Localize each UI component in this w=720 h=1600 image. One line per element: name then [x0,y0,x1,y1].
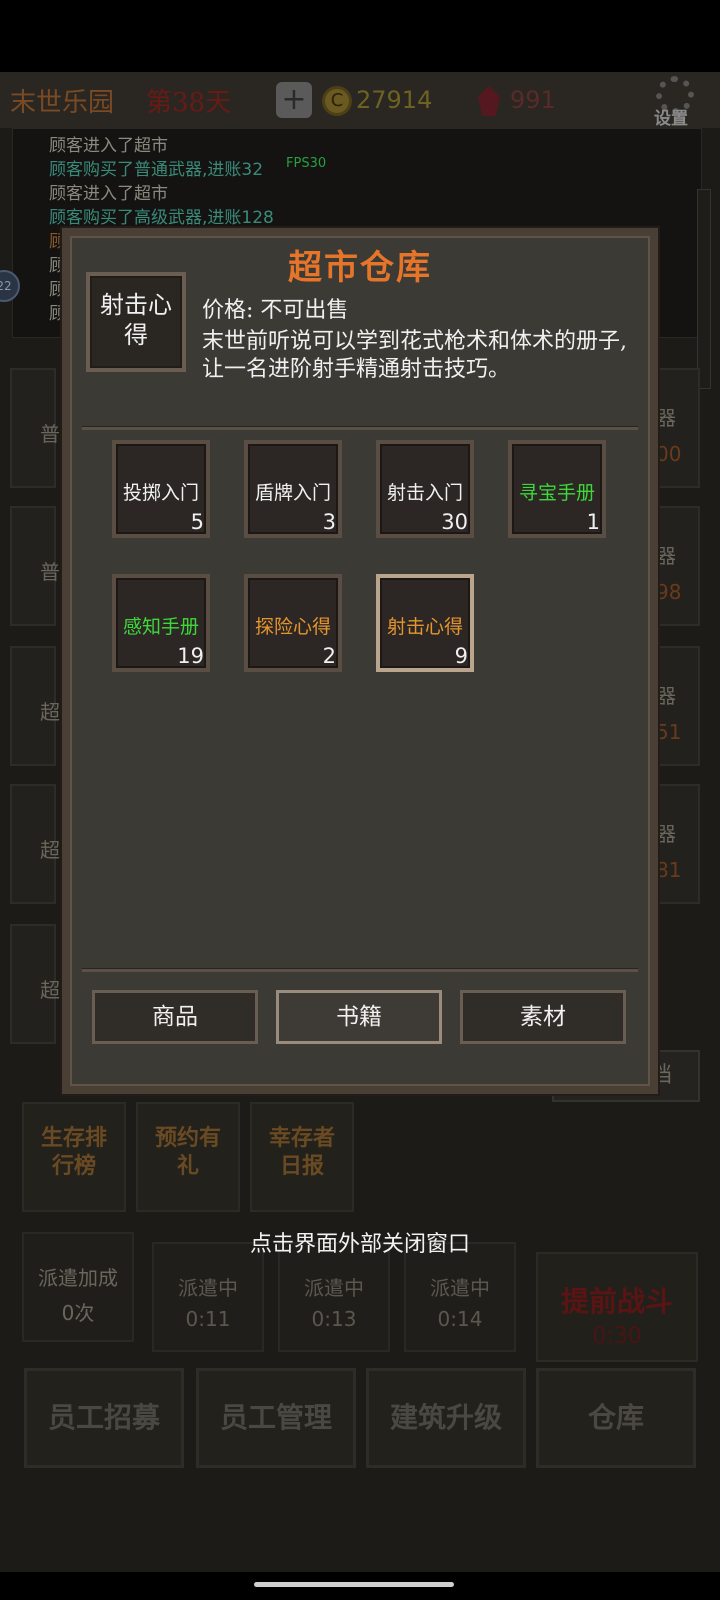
shop-card-left[interactable]: 普 [10,368,60,488]
early-fight-label: 提前战斗 [560,1285,673,1318]
item-slot[interactable]: 射击入门 30 [376,440,474,538]
shop-card-type: 器 [656,544,676,568]
quick-button[interactable]: 生存排行榜 [22,1102,126,1212]
settings-label: 设置 [654,109,688,129]
shop-card-label: 普 [40,560,60,584]
item-quantity: 19 [177,644,204,668]
shop-card-label: 普 [40,422,60,446]
shop-card-left[interactable]: 超 [10,784,60,904]
game-title: 末世乐园 [10,88,115,118]
item-quantity: 1 [586,510,600,534]
item-name: 射击心得 [386,616,463,638]
plus-icon[interactable]: + [276,82,312,118]
log-line: 顾客进入了超市 [49,184,168,204]
item-description: 末世前听说可以学到花式枪术和体术的册子, 让一名进阶射手精通射击技巧。 [202,329,627,382]
dispatch-status: 派遣中 [178,1276,238,1300]
shop-card-right[interactable]: 器 51 [654,646,700,766]
bottom-nav-button[interactable]: 建筑升级 [366,1368,526,1468]
shop-card-type: 器 [656,684,676,708]
dispatch-slot[interactable]: 派遣中 0:11 [152,1242,264,1352]
item-quantity: 3 [322,510,336,534]
quick-button-label: 生存排行榜 [40,1125,107,1179]
item-name: 射击入门 [386,482,463,504]
item-name: 投掷入门 [122,482,199,504]
item-quantity: 30 [441,510,468,534]
item-slot[interactable]: 感知手册 19 [112,574,210,672]
home-indicator[interactable] [254,1582,454,1587]
gem-icon [478,86,500,116]
item-slot[interactable]: 射击心得 9 [376,574,474,672]
item-name: 寻宝手册 [518,482,595,504]
dispatch-timer: 0:11 [185,1307,231,1331]
item-name: 感知手册 [122,616,199,638]
log-line: 顾客购买了普通武器,进账32 [49,160,264,180]
top-bar: 末世乐园 第38天 + C 27914 991 设置 [0,72,720,129]
settings-button[interactable]: 设置 [648,74,702,129]
selected-item-slot: 射击心得 [86,272,186,372]
early-fight-time: 0:30 [592,1324,642,1349]
quick-button[interactable]: 幸存者日报 [250,1102,354,1212]
shop-card-value: 81 [656,858,682,882]
dispatch-status: 派遣中 [430,1276,490,1300]
quick-button-label: 幸存者日报 [268,1125,335,1179]
log-line: 顾客购买了高级武器,进账128 [49,208,274,228]
shop-card-type: 器 [656,822,676,846]
early-fight-button[interactable]: 提前战斗 0:30 [536,1252,698,1362]
dispatch-timer: 0:14 [437,1307,483,1331]
log-scrollbar[interactable] [697,189,711,389]
shop-card-right[interactable]: 器 98 [654,506,700,626]
log-line: 顾客进入了超市 [49,136,168,156]
shop-card-type: 器 [656,406,676,430]
bottom-nav-button[interactable]: 员工管理 [196,1368,356,1468]
item-name: 探险心得 [254,616,331,638]
bottom-nav-button[interactable]: 仓库 [536,1368,696,1468]
item-slot[interactable]: 盾牌入门 3 [244,440,342,538]
bottom-nav-button[interactable]: 员工招募 [24,1368,184,1468]
shop-card-label: 超 [40,838,60,862]
tab-1[interactable]: 书籍 [276,990,442,1044]
tab-0[interactable]: 商品 [92,990,258,1044]
shop-card-left[interactable]: 超 [10,646,60,766]
shop-card-label: 超 [40,978,60,1002]
close-hint: 点击界面外部关闭窗口 [249,1232,470,1257]
coin-count: 27914 [356,86,433,114]
shop-card-value: 98 [656,580,682,604]
item-name: 盾牌入门 [254,482,331,504]
shop-card-value: 51 [656,720,682,744]
shop-card-left[interactable]: 超 [10,924,60,1044]
divider-bottom [82,968,638,972]
item-price: 价格: 不可出售 [202,298,349,323]
dispatch-timer: 0:13 [311,1307,357,1331]
quick-button[interactable]: 预约有礼 [136,1102,240,1212]
shop-card-right[interactable]: 器 81 [654,784,700,904]
item-slot[interactable]: 探险心得 2 [244,574,342,672]
quick-button-label: 预约有礼 [154,1125,221,1179]
selected-item-name: 射击心得 [100,291,172,349]
dispatch-bonus-label: 派遣加成 [38,1266,118,1290]
coin-icon: C [322,86,352,116]
tab-2[interactable]: 素材 [460,990,626,1044]
warehouse-modal: 超市仓库 射击心得 价格: 不可出售 末世前听说可以学到花式枪术和体术的册子, … [62,228,658,1094]
item-slot[interactable]: 寻宝手册 1 [508,440,606,538]
fps-counter: FPS30 [286,156,327,171]
divider-top [82,426,638,430]
item-quantity: 2 [322,644,336,668]
gem-count: 991 [510,86,556,114]
shop-card-label: 超 [40,700,60,724]
shop-card-value: 00 [656,442,682,466]
shop-card-left[interactable]: 普 [10,506,60,626]
dispatch-slot[interactable]: 派遣中 0:14 [404,1242,516,1352]
dispatch-bonus-value: 0次 [61,1301,95,1325]
item-quantity: 9 [454,644,468,668]
shop-card-right[interactable]: 器 00 [654,368,700,488]
day-counter: 第38天 [146,88,232,118]
dispatch-slot[interactable]: 派遣中 0:13 [278,1242,390,1352]
item-quantity: 5 [190,510,204,534]
dispatch-status: 派遣中 [304,1276,364,1300]
item-slot[interactable]: 投掷入门 5 [112,440,210,538]
